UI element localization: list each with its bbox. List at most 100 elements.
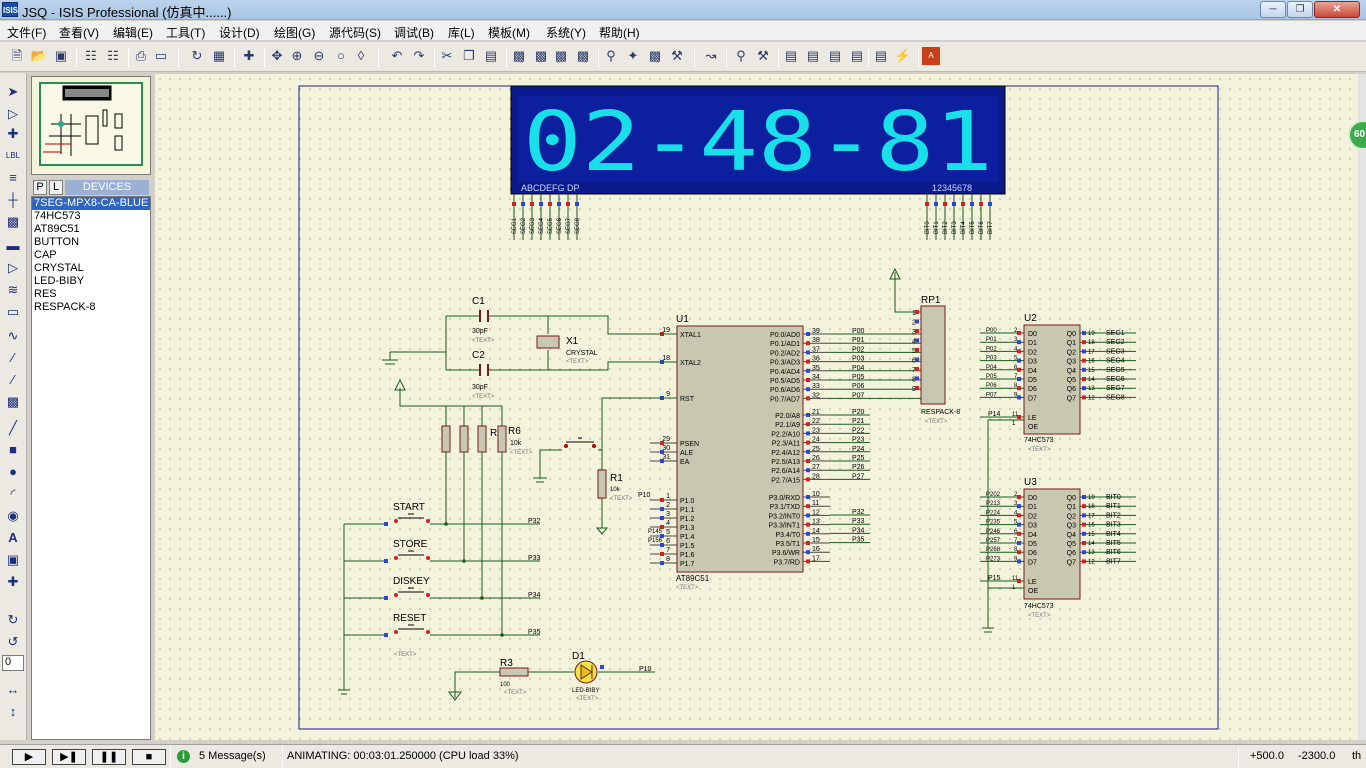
device-item[interactable]: CRYSTAL: [32, 262, 150, 275]
menu-tools[interactable]: 工具(T): [166, 24, 205, 41]
copy-icon[interactable]: ❐: [460, 47, 478, 65]
netlist-icon[interactable]: ▤: [872, 47, 890, 65]
current-probe-icon[interactable]: ∕: [4, 371, 22, 389]
led-circuit[interactable]: R3 100 <TEXT> D1 LED-BIBY <TEXT> P10: [448, 651, 655, 702]
push-buttons[interactable]: START P32 STORE P33 DISKEY P34 RESET P35: [344, 502, 541, 637]
menu-source[interactable]: 源代码(S): [329, 24, 381, 41]
remove-sheet-icon[interactable]: ▤: [804, 47, 822, 65]
selection-mode-icon[interactable]: ➤: [4, 83, 22, 101]
wire-autorouter-icon[interactable]: ↝: [702, 47, 720, 65]
open-folder-icon[interactable]: 📂: [30, 47, 48, 65]
flip-vertical-icon[interactable]: ↕: [4, 703, 22, 721]
junction-mode-icon[interactable]: ✚: [4, 125, 22, 143]
menu-debug[interactable]: 调试(B): [394, 24, 434, 41]
zoom-all-icon[interactable]: ○: [332, 47, 350, 65]
generator-mode-icon[interactable]: ∿: [4, 327, 22, 345]
menu-template[interactable]: 模板(M): [488, 24, 530, 41]
print-area-icon[interactable]: ▭: [152, 47, 170, 65]
pin-mode-icon[interactable]: ▷: [4, 259, 22, 277]
terminals-mode-icon[interactable]: ▬: [4, 237, 22, 255]
decompose-icon[interactable]: ⚒: [668, 47, 686, 65]
rotate-clockwise-icon[interactable]: ↻: [4, 611, 22, 629]
device-item[interactable]: LED-BIBY: [32, 275, 150, 288]
tape-recorder-icon[interactable]: ▭: [4, 303, 22, 321]
component-mode-icon[interactable]: ▷: [4, 105, 22, 123]
respack-rp1[interactable]: RP1 RESPACK-8 <TEXT>: [889, 267, 960, 425]
paste-icon[interactable]: ▤: [482, 47, 500, 65]
device-item[interactable]: BUTTON: [32, 236, 150, 249]
seven-segment-display[interactable]: 02-48-81 ABCDEFG DP 12345678: [510, 85, 1006, 195]
block-rotate-icon[interactable]: ▩: [552, 47, 570, 65]
export-icon[interactable]: ☷: [104, 47, 122, 65]
origin-icon[interactable]: ✚: [240, 47, 258, 65]
stop-button[interactable]: ■: [132, 749, 166, 765]
save-icon[interactable]: ▣: [52, 47, 70, 65]
line-tool-icon[interactable]: ╱: [4, 419, 22, 437]
device-item[interactable]: AT89C51: [32, 223, 150, 236]
marker-tool-icon[interactable]: ✚: [4, 573, 22, 591]
symbol-tool-icon[interactable]: ▣: [4, 551, 22, 569]
library-manager-button[interactable]: L: [49, 180, 63, 195]
text-tool-icon[interactable]: A: [4, 529, 22, 547]
block-delete-icon[interactable]: ▩: [574, 47, 592, 65]
print-icon[interactable]: ⎙: [132, 47, 150, 65]
device-item[interactable]: RESPACK-8: [32, 301, 150, 314]
virtual-instrument-icon[interactable]: ▩: [4, 393, 22, 411]
zoom-in-icon[interactable]: ⊕: [288, 47, 306, 65]
overview-viewport[interactable]: [39, 82, 143, 166]
property-tool-icon[interactable]: ⚒: [754, 47, 772, 65]
block-move-icon[interactable]: ▩: [532, 47, 550, 65]
menu-view[interactable]: 查看(V): [59, 24, 99, 41]
graph-mode-icon[interactable]: ≋: [4, 281, 22, 299]
grid-icon[interactable]: ▦: [210, 47, 228, 65]
refresh-icon[interactable]: ↻: [188, 47, 206, 65]
device-item[interactable]: 74HC573: [32, 210, 150, 223]
vertical-scrollbar[interactable]: [1358, 74, 1366, 740]
oscillator-circuit[interactable]: C1 30pF <TEXT> C2 30pF <TEXT> X1 CRYSTAL…: [382, 296, 677, 400]
wire-label-mode-icon[interactable]: LBL: [4, 147, 22, 165]
zoom-out-icon[interactable]: ⊖: [310, 47, 328, 65]
pick-devices-button[interactable]: P: [33, 180, 47, 195]
menu-edit[interactable]: 编辑(E): [113, 24, 153, 41]
pick-device-icon[interactable]: ⚲: [602, 47, 620, 65]
schematic-drawing[interactable]: 02-48-81 ABCDEFG DP 12345678 SEG1 SEG2 SEG…: [155, 74, 1358, 740]
block-copy-icon[interactable]: ▩: [510, 47, 528, 65]
rotation-field[interactable]: 0: [2, 655, 24, 671]
menu-design[interactable]: 设计(D): [219, 24, 260, 41]
redo-icon[interactable]: ↷: [410, 47, 428, 65]
menu-help[interactable]: 帮助(H): [599, 24, 640, 41]
menu-file[interactable]: 文件(F): [7, 24, 46, 41]
info-icon[interactable]: i: [177, 750, 190, 763]
maximize-button[interactable]: ❐: [1287, 1, 1313, 18]
close-button[interactable]: ✕: [1314, 1, 1360, 18]
new-file-icon[interactable]: 🗎: [8, 47, 26, 65]
search-tag-icon[interactable]: ⚲: [732, 47, 750, 65]
device-item[interactable]: RES: [32, 288, 150, 301]
subcircuit-mode-icon[interactable]: ▩: [4, 213, 22, 231]
menu-system[interactable]: 系统(Y): [546, 24, 586, 41]
path-tool-icon[interactable]: ◉: [4, 507, 22, 525]
menu-graph[interactable]: 绘图(G): [274, 24, 315, 41]
bus-mode-icon[interactable]: ┼: [4, 191, 22, 209]
make-device-icon[interactable]: ✦: [624, 47, 642, 65]
ares-icon[interactable]: A: [922, 47, 940, 65]
voltage-probe-icon[interactable]: ∕: [4, 349, 22, 367]
device-list[interactable]: 7SEG-MPX8-CA-BLUE 74HC573 AT89C51 BUTTON…: [31, 196, 151, 740]
schematic-canvas[interactable]: 02-48-81 ABCDEFG DP 12345678 SEG1 SEG2 SEG…: [155, 74, 1358, 740]
overview-window[interactable]: [31, 76, 151, 175]
device-item[interactable]: CAP: [32, 249, 150, 262]
menu-library[interactable]: 库(L): [448, 24, 475, 41]
new-sheet-icon[interactable]: ▤: [782, 47, 800, 65]
exit-sheet-icon[interactable]: ▤: [826, 47, 844, 65]
rotate-anticlockwise-icon[interactable]: ↺: [4, 633, 22, 651]
text-script-mode-icon[interactable]: ≡: [4, 169, 22, 187]
flip-horizontal-icon[interactable]: ↔: [4, 681, 22, 699]
message-count[interactable]: 5 Message(s): [199, 750, 266, 762]
undo-icon[interactable]: ↶: [388, 47, 406, 65]
minimize-button[interactable]: ─: [1260, 1, 1286, 18]
pan-icon[interactable]: ✥: [268, 47, 286, 65]
step-button[interactable]: ▶❚: [52, 749, 86, 765]
pause-button[interactable]: ❚❚: [92, 749, 126, 765]
device-item[interactable]: 7SEG-MPX8-CA-BLUE: [32, 197, 150, 210]
circle-tool-icon[interactable]: ●: [4, 463, 22, 481]
